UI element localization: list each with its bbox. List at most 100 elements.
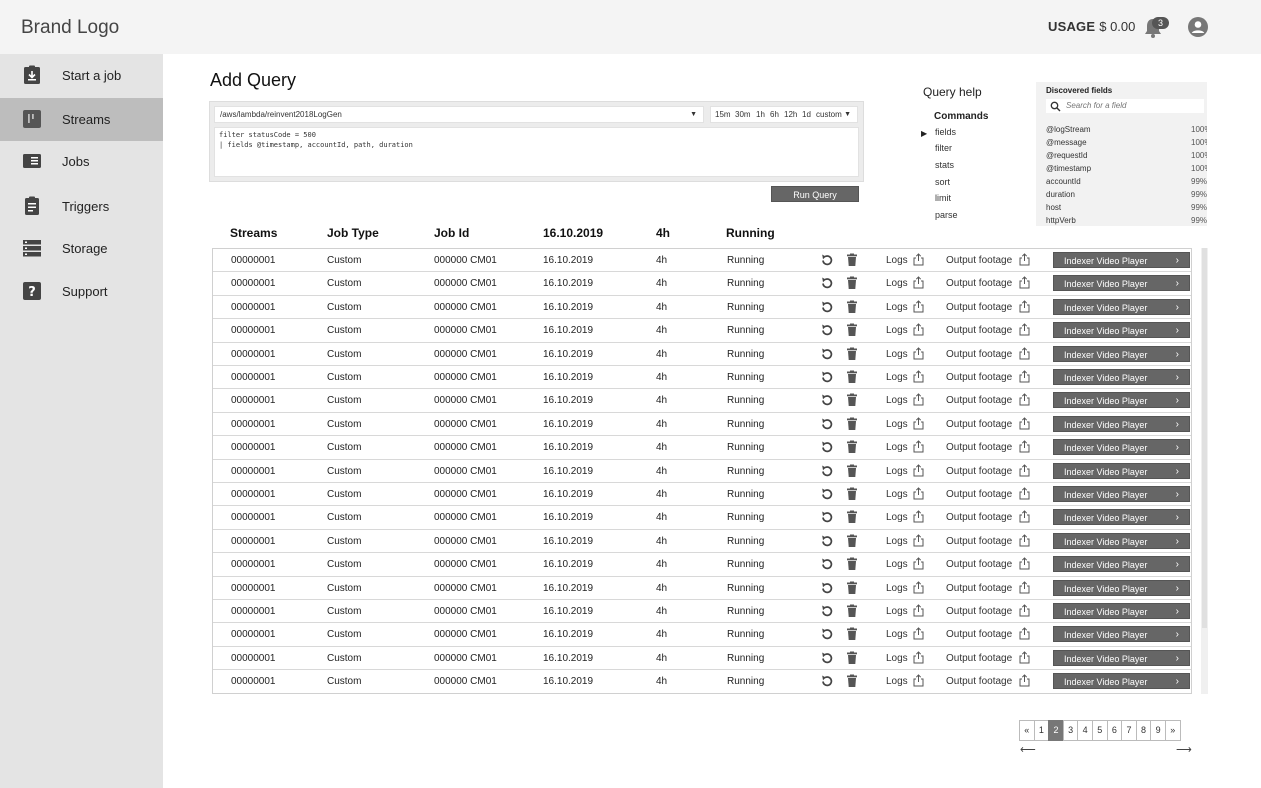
output-footage-link[interactable]: Output footage	[946, 302, 1012, 313]
page-prev-button[interactable]: «	[1019, 720, 1035, 741]
logs-link[interactable]: Logs	[886, 583, 908, 594]
trash-icon[interactable]	[845, 534, 859, 548]
share-icon[interactable]	[913, 580, 924, 594]
trash-icon[interactable]	[845, 253, 859, 267]
restart-icon[interactable]	[820, 604, 834, 618]
trash-icon[interactable]	[845, 323, 859, 337]
share-icon[interactable]	[913, 300, 924, 313]
share-icon[interactable]	[1019, 557, 1030, 570]
restart-icon[interactable]	[820, 464, 834, 478]
restart-icon[interactable]	[820, 276, 834, 290]
indexer-video-player-button[interactable]: Indexer Video Player ›	[1053, 462, 1190, 479]
indexer-video-player-button[interactable]: Indexer Video Player ›	[1053, 556, 1190, 573]
restart-icon[interactable]	[820, 510, 834, 524]
share-icon[interactable]	[1019, 534, 1030, 547]
share-icon[interactable]	[1019, 323, 1030, 336]
logs-link[interactable]: Logs	[886, 489, 908, 500]
output-footage-link[interactable]: Output footage	[946, 676, 1012, 687]
share-icon[interactable]	[1019, 276, 1030, 289]
indexer-video-player-button[interactable]: Indexer Video Player ›	[1053, 392, 1190, 409]
table-row[interactable]: 00000001 Custom 000000 CM01 16.10.2019 4h Run…	[213, 647, 1191, 671]
field-name[interactable]: accountId	[1046, 177, 1081, 186]
time-option[interactable]: 6h	[770, 107, 779, 122]
table-row[interactable]: 00000001 Custom 000000 CM01 16.10.2019 4h Run…	[213, 670, 1191, 693]
logs-link[interactable]: Logs	[886, 349, 908, 360]
table-row[interactable]: 00000001 Custom 000000 CM01 16.10.2019 4h Run…	[213, 389, 1191, 413]
trash-icon[interactable]	[845, 276, 859, 290]
table-row[interactable]: 00000001 Custom 000000 CM01 16.10.2019 4h Run…	[213, 343, 1191, 366]
scrollbar-thumb[interactable]	[1202, 248, 1207, 628]
indexer-video-player-button[interactable]: Indexer Video Player ›	[1053, 439, 1190, 456]
sidebar-item-triggers[interactable]: Triggers	[0, 185, 163, 228]
trash-icon[interactable]	[845, 674, 859, 688]
trash-icon[interactable]	[845, 464, 859, 478]
share-icon[interactable]	[913, 276, 924, 289]
share-icon[interactable]	[1019, 674, 1030, 687]
share-icon[interactable]	[1019, 253, 1030, 266]
restart-icon[interactable]	[820, 674, 834, 688]
share-icon[interactable]	[1019, 463, 1030, 477]
share-icon[interactable]	[1019, 393, 1030, 406]
indexer-video-player-button[interactable]: Indexer Video Player ›	[1053, 322, 1190, 339]
output-footage-link[interactable]: Output footage	[946, 442, 1012, 453]
output-footage-link[interactable]: Output footage	[946, 349, 1012, 360]
command-filter[interactable]: filter	[935, 143, 952, 153]
share-icon[interactable]	[1019, 604, 1030, 617]
table-row[interactable]: 00000001 Custom 000000 CM01 16.10.2019 4h Run…	[213, 272, 1191, 296]
run-query-button[interactable]: Run Query	[771, 186, 859, 202]
output-footage-link[interactable]: Output footage	[946, 489, 1012, 500]
column-header-date[interactable]: 16.10.2019	[543, 226, 603, 240]
logs-link[interactable]: Logs	[886, 302, 908, 313]
output-footage-link[interactable]: Output footage	[946, 466, 1012, 477]
share-icon[interactable]	[1019, 440, 1030, 453]
trash-icon[interactable]	[845, 651, 859, 665]
share-icon[interactable]	[913, 370, 924, 383]
share-icon[interactable]	[1019, 370, 1030, 383]
share-icon[interactable]	[913, 393, 924, 406]
indexer-video-player-button[interactable]: Indexer Video Player ›	[1053, 415, 1190, 432]
command-parse[interactable]: parse	[935, 210, 958, 220]
table-row[interactable]: 00000001 Custom 000000 CM01 16.10.2019 4h Run…	[213, 460, 1191, 483]
restart-icon[interactable]	[820, 440, 834, 454]
field-search-input[interactable]: Search for a field	[1046, 99, 1204, 113]
sidebar-item-jobs[interactable]: Jobs	[0, 140, 163, 183]
column-header-status[interactable]: Running	[726, 226, 775, 240]
logs-link[interactable]: Logs	[886, 255, 908, 266]
share-icon[interactable]	[913, 253, 924, 266]
table-row[interactable]: 00000001 Custom 000000 CM01 16.10.2019 4h Run…	[213, 506, 1191, 530]
table-row[interactable]: 00000001 Custom 000000 CM01 16.10.2019 4h Run…	[213, 623, 1191, 647]
indexer-video-player-button[interactable]: Indexer Video Player ›	[1053, 298, 1190, 315]
page-2-button[interactable]: 2	[1048, 720, 1064, 741]
indexer-video-player-button[interactable]: Indexer Video Player ›	[1053, 275, 1190, 292]
output-footage-link[interactable]: Output footage	[946, 583, 1012, 594]
field-name[interactable]: @message	[1046, 138, 1087, 147]
prev-arrow-icon[interactable]: ⟵	[1020, 743, 1036, 756]
share-icon[interactable]	[913, 604, 924, 617]
logs-link[interactable]: Logs	[886, 395, 908, 406]
restart-icon[interactable]	[820, 323, 834, 337]
output-footage-link[interactable]: Output footage	[946, 255, 1012, 266]
share-icon[interactable]	[1019, 651, 1030, 664]
page-3-button[interactable]: 3	[1062, 720, 1079, 741]
table-scrollbar[interactable]	[1201, 248, 1208, 694]
logs-link[interactable]: Logs	[886, 536, 908, 547]
logs-link[interactable]: Logs	[886, 278, 908, 289]
share-icon[interactable]	[913, 323, 924, 336]
trash-icon[interactable]	[845, 604, 859, 618]
share-icon[interactable]	[1019, 487, 1030, 500]
restart-icon[interactable]	[820, 651, 834, 665]
trash-icon[interactable]	[845, 557, 859, 571]
table-row[interactable]: 00000001 Custom 000000 CM01 16.10.2019 4h Run…	[213, 600, 1191, 624]
output-footage-link[interactable]: Output footage	[946, 372, 1012, 383]
output-footage-link[interactable]: Output footage	[946, 606, 1012, 617]
command-sort[interactable]: sort	[935, 177, 950, 187]
share-icon[interactable]	[1019, 300, 1030, 313]
trash-icon[interactable]	[845, 510, 859, 524]
restart-icon[interactable]	[820, 347, 834, 361]
output-footage-link[interactable]: Output footage	[946, 536, 1012, 547]
column-header-job-type[interactable]: Job Type	[327, 226, 379, 240]
indexer-video-player-button[interactable]: Indexer Video Player ›	[1053, 509, 1190, 526]
time-option[interactable]: 15m	[715, 107, 731, 122]
indexer-video-player-button[interactable]: Indexer Video Player ›	[1053, 532, 1190, 549]
column-header-job-id[interactable]: Job Id	[434, 226, 469, 240]
